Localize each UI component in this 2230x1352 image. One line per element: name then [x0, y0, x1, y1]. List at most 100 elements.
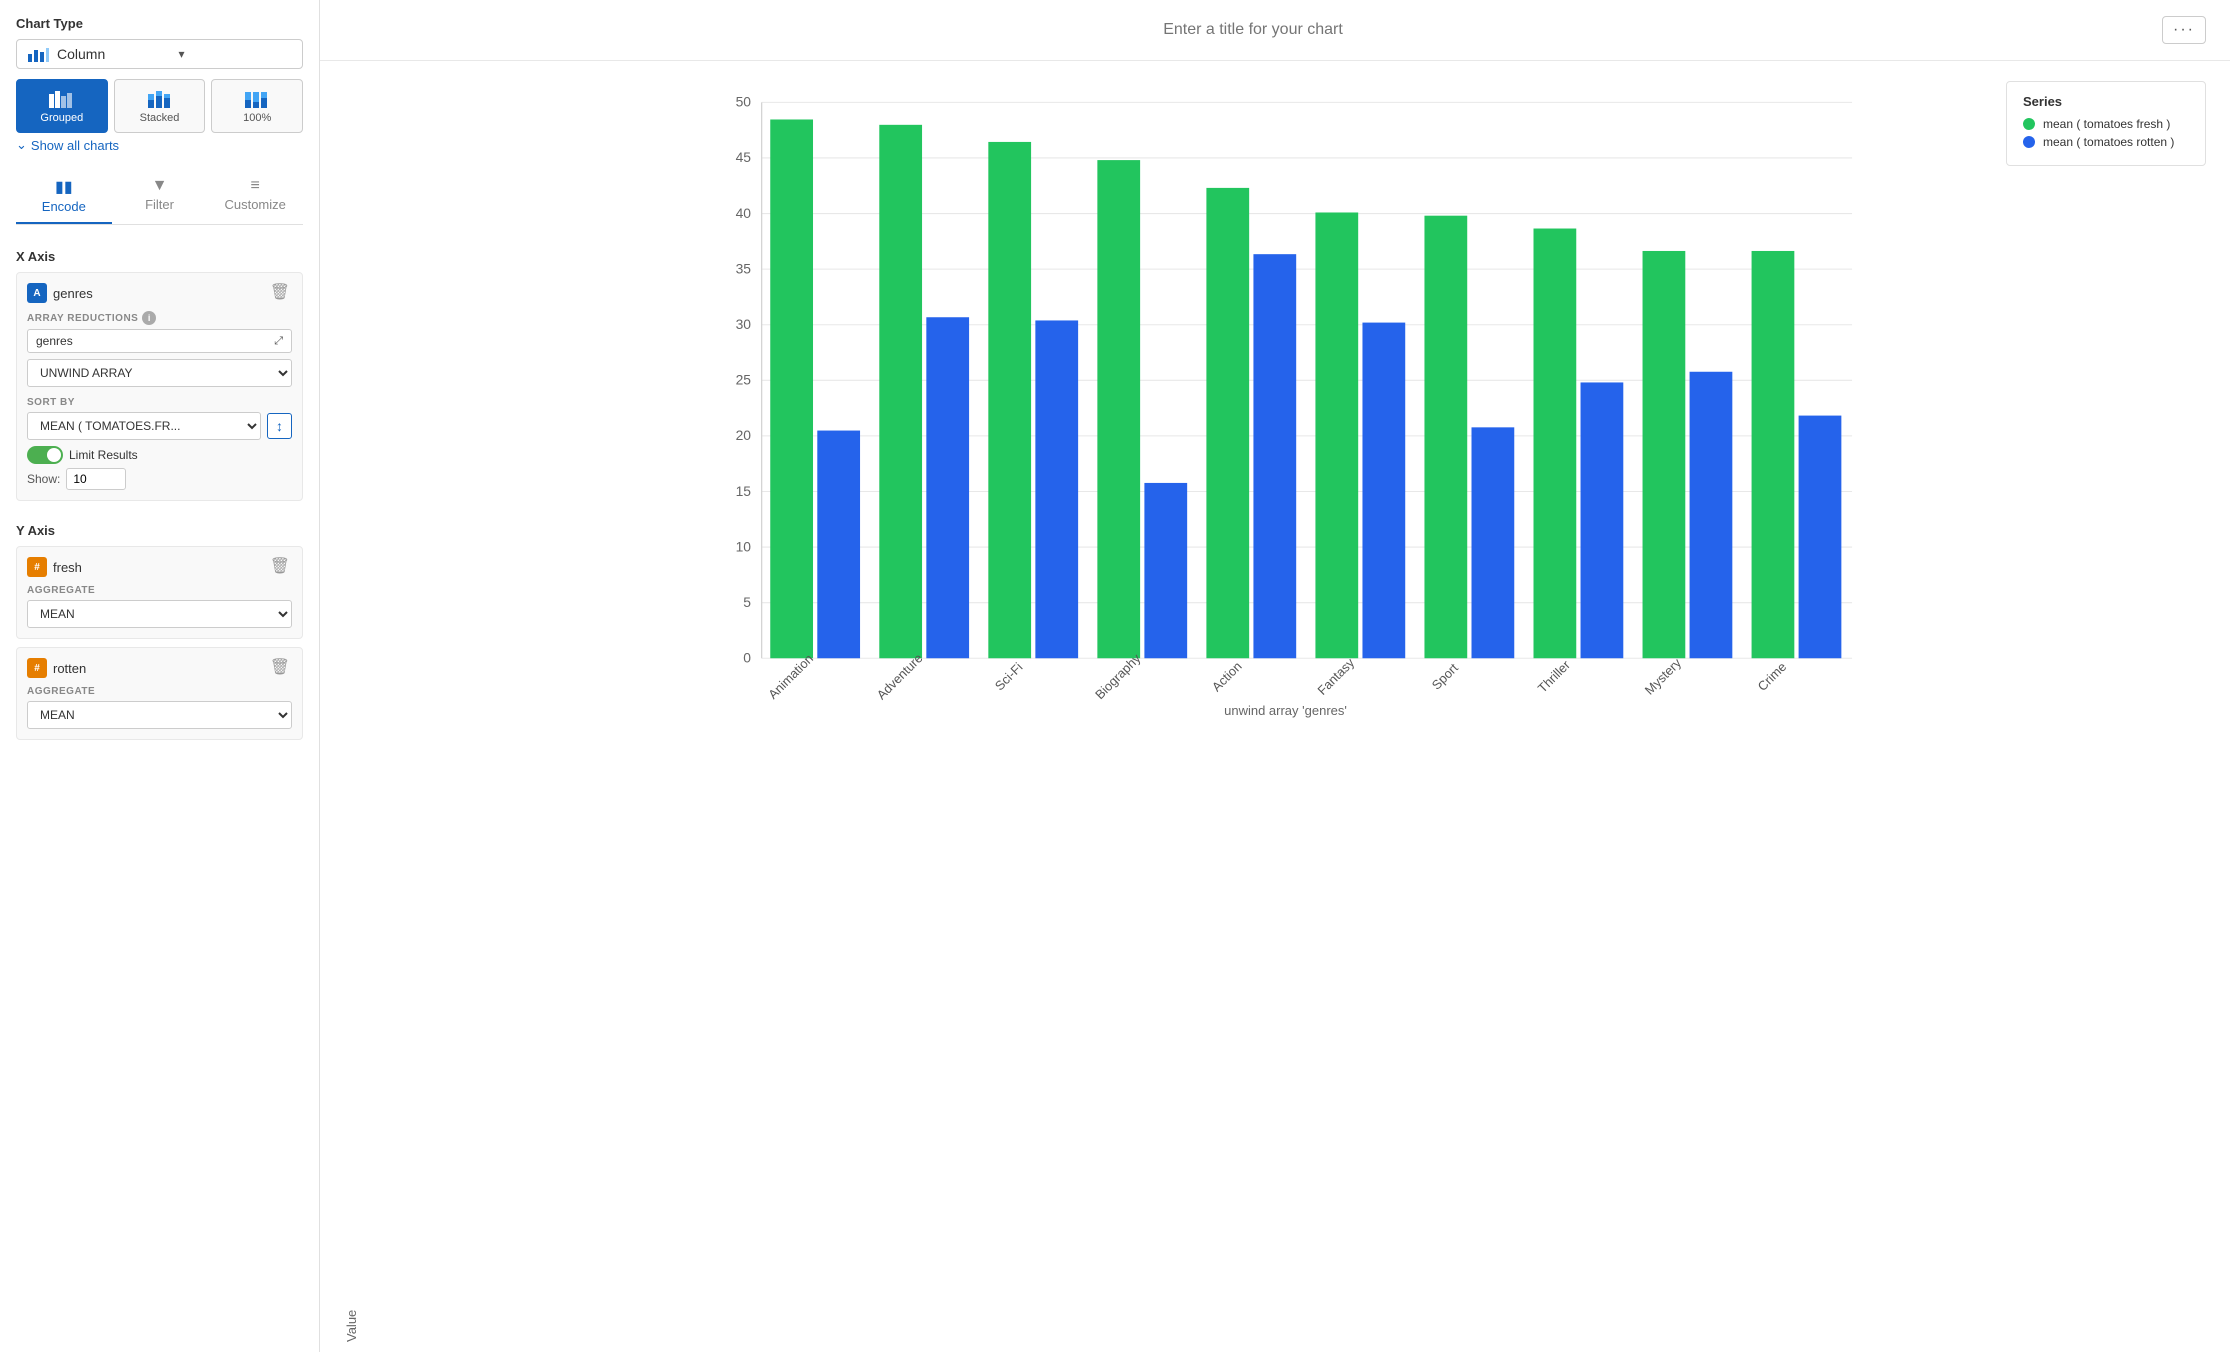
- encode-tabs: ▮▮ Encode ▼ Filter ≡ Customize: [16, 169, 303, 225]
- show-label: Show:: [27, 472, 60, 486]
- label-action: Action: [1209, 659, 1245, 695]
- label-sport: Sport: [1429, 660, 1462, 693]
- bar-animation-rotten: [817, 431, 860, 659]
- stacked-btn[interactable]: Stacked: [114, 79, 206, 133]
- x-field-delete-btn[interactable]: 🗑: [268, 283, 292, 303]
- svg-text:20: 20: [736, 427, 752, 443]
- y-axis-title: Y Axis: [16, 523, 303, 538]
- bar-thriller-rotten: [1581, 382, 1624, 658]
- bar-adventure-rotten: [926, 317, 969, 658]
- y-field-rotten: # rotten 🗑 AGGREGATE MEAN: [16, 647, 303, 740]
- sort-row: MEAN ( TOMATOES.FR... ↕: [27, 412, 292, 440]
- legend-title: Series: [2023, 94, 2189, 109]
- x-field-type-label: A: [33, 288, 40, 299]
- fresh-field-row: # fresh 🗑: [27, 557, 292, 577]
- tab-customize[interactable]: ≡ Customize: [207, 169, 303, 224]
- x-field-row: A genres 🗑: [27, 283, 292, 303]
- bar-thriller-fresh: [1534, 229, 1577, 659]
- filter-icon: ▼: [152, 177, 168, 195]
- y-axis-label: Value: [344, 81, 359, 1342]
- rotten-aggregate-select[interactable]: MEAN: [27, 701, 292, 729]
- fresh-aggregate-select[interactable]: MEAN: [27, 600, 292, 628]
- y-field-fresh: # fresh 🗑 AGGREGATE MEAN: [16, 546, 303, 639]
- tab-filter[interactable]: ▼ Filter: [112, 169, 208, 224]
- chart-type-chevron: ▾: [179, 47, 293, 61]
- x-axis-section: X Axis A genres 🗑 ARRAY REDUCTIONS i gen…: [16, 249, 303, 511]
- chart-type-buttons: Grouped Stacked: [16, 79, 303, 133]
- array-field-tag: genres ⤢: [27, 329, 292, 353]
- chart-with-axes: Value .grid-line { stroke: #e8e8e8; stro…: [344, 81, 2206, 1342]
- legend-item-rotten: mean ( tomatoes rotten ): [2023, 135, 2189, 149]
- limit-results-toggle[interactable]: [27, 446, 63, 464]
- expand-icon: ⤢: [274, 335, 283, 348]
- limit-results-label: Limit Results: [69, 448, 138, 462]
- chart-type-dropdown[interactable]: Column ▾: [16, 39, 303, 69]
- svg-text:40: 40: [736, 205, 752, 221]
- x-axis-config: A genres 🗑 ARRAY REDUCTIONS i genres ⤢ U…: [16, 272, 303, 501]
- grouped-btn[interactable]: Grouped: [16, 79, 108, 133]
- 100pct-label: 100%: [243, 112, 271, 124]
- bar-fantasy-rotten: [1362, 323, 1405, 659]
- legend-label-rotten: mean ( tomatoes rotten ): [2043, 135, 2174, 149]
- bar-scifi-fresh: [988, 142, 1031, 658]
- bar-mystery-rotten: [1690, 372, 1733, 658]
- show-all-charts-link[interactable]: ⌄ Show all charts: [16, 137, 303, 153]
- bar-sport-rotten: [1472, 427, 1515, 658]
- tab-encode[interactable]: ▮▮ Encode: [16, 169, 112, 224]
- unwind-array-select[interactable]: UNWIND ARRAY: [27, 359, 292, 387]
- grouped-icon: [48, 88, 76, 108]
- bar-biography-rotten: [1144, 483, 1187, 658]
- bar-sport-fresh: [1424, 216, 1467, 659]
- label-scifi: Sci-Fi: [992, 660, 1026, 694]
- svg-text:5: 5: [743, 594, 751, 610]
- x-field-type-icon: A: [27, 283, 47, 303]
- encode-label: Encode: [42, 199, 86, 214]
- grouped-label: Grouped: [40, 112, 83, 124]
- rotten-delete-btn[interactable]: 🗑: [268, 658, 292, 678]
- array-field-row: genres ⤢: [27, 329, 292, 353]
- svg-text:0: 0: [743, 650, 751, 666]
- legend-label-fresh: mean ( tomatoes fresh ): [2043, 117, 2170, 131]
- stacked-icon: [146, 88, 174, 108]
- x-axis-title: X Axis: [16, 249, 303, 264]
- column-chart-icon: [27, 46, 49, 62]
- chart-type-section: Chart Type Column ▾ Grouped: [16, 16, 303, 157]
- bar-scifi-rotten: [1035, 320, 1078, 658]
- label-mystery: Mystery: [1642, 655, 1685, 698]
- limit-results-row: Limit Results: [27, 446, 292, 464]
- svg-text:30: 30: [736, 316, 752, 332]
- fresh-label: fresh: [53, 560, 262, 575]
- encode-icon: ▮▮: [55, 177, 73, 197]
- label-crime: Crime: [1755, 659, 1790, 694]
- sort-direction-btn[interactable]: ↕: [267, 413, 292, 439]
- more-options-btn[interactable]: ···: [2162, 16, 2206, 44]
- y-axis-section: Y Axis # fresh 🗑 AGGREGATE MEAN # rotten…: [16, 523, 303, 750]
- legend-dot-fresh: [2023, 118, 2035, 130]
- sidebar: Chart Type Column ▾ Grouped: [0, 0, 320, 1352]
- bar-biography-fresh: [1097, 160, 1140, 658]
- svg-text:25: 25: [736, 372, 752, 388]
- bar-action-rotten: [1253, 254, 1296, 658]
- customize-icon: ≡: [251, 177, 260, 195]
- sort-by-select[interactable]: MEAN ( TOMATOES.FR...: [27, 412, 261, 440]
- array-reductions-info-icon: i: [142, 311, 156, 325]
- stacked-label: Stacked: [140, 112, 180, 124]
- filter-label: Filter: [145, 197, 174, 212]
- chart-type-label: Column: [57, 46, 171, 62]
- rotten-type-icon: #: [27, 658, 47, 678]
- sort-by-label: SORT BY: [27, 397, 292, 408]
- 100pct-icon: [243, 88, 271, 108]
- label-fantasy: Fantasy: [1314, 655, 1357, 698]
- chart-title-input[interactable]: [344, 21, 2162, 39]
- main-chart-area: ··· Series mean ( tomatoes fresh ) mean …: [320, 0, 2230, 1352]
- show-value-input[interactable]: [66, 468, 126, 490]
- svg-text:35: 35: [736, 260, 752, 276]
- fresh-type-icon: #: [27, 557, 47, 577]
- fresh-delete-btn[interactable]: 🗑: [268, 557, 292, 577]
- bar-mystery-fresh: [1643, 251, 1686, 658]
- show-all-chevron: ⌄: [16, 137, 27, 153]
- 100pct-btn[interactable]: 100%: [211, 79, 303, 133]
- chart-canvas-area: Series mean ( tomatoes fresh ) mean ( to…: [320, 61, 2230, 1352]
- svg-text:45: 45: [736, 149, 752, 165]
- bar-adventure-fresh: [879, 125, 922, 658]
